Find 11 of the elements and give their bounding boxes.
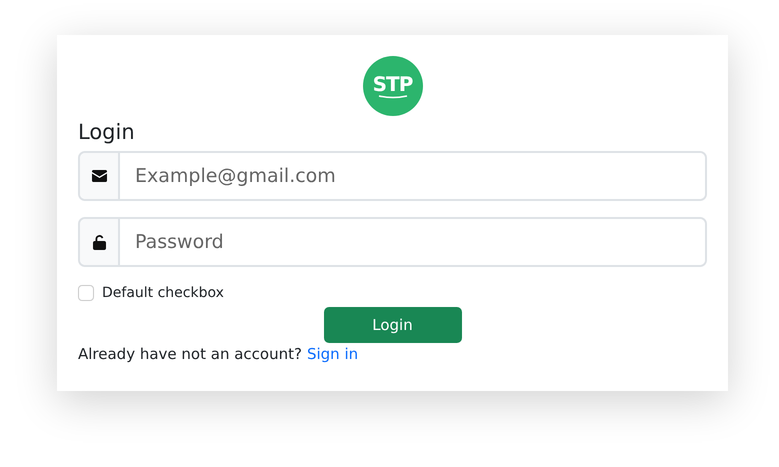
password-field[interactable]: Password	[78, 217, 707, 267]
logo: STP	[362, 56, 422, 116]
sign-in-link[interactable]: Sign in	[306, 345, 358, 363]
login-button[interactable]: Login	[324, 307, 462, 343]
unlocked-padlock-icon	[92, 234, 106, 250]
checkbox[interactable]	[78, 285, 94, 301]
envelope-icon	[92, 170, 106, 182]
email-field[interactable]: Example@gmail.com	[78, 151, 707, 201]
login-heading: Login	[78, 119, 136, 146]
account-prompt: Already have not an account?	[78, 345, 302, 363]
checkbox-label: Default checkbox	[102, 285, 224, 301]
